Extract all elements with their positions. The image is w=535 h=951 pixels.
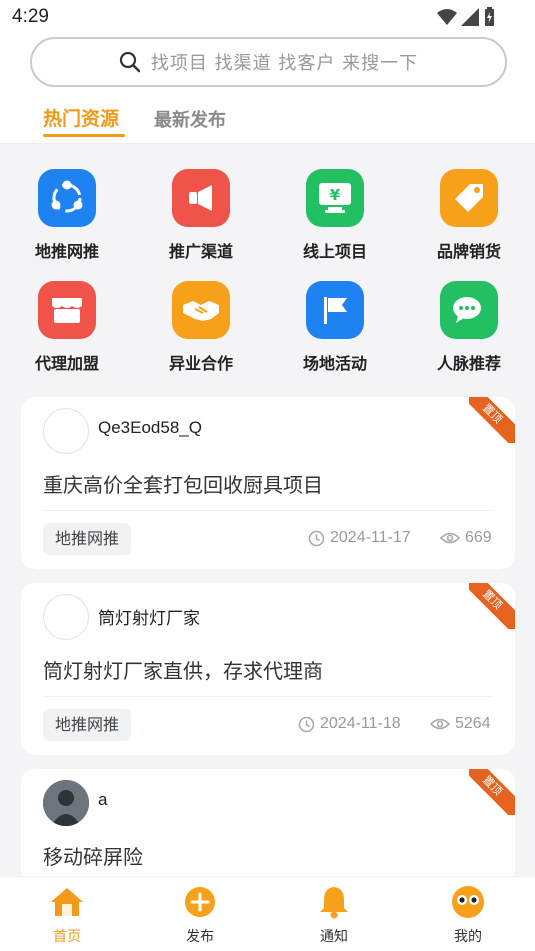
bell-icon [317,885,351,919]
category-label: 异业合作 [168,354,233,373]
category-item[interactable]: ¥ 线上项目 [285,169,385,262]
handshake-icon [172,281,230,339]
category-item[interactable]: 推广渠道 [151,169,251,262]
header: 找项目 找渠道 找客户 来搜一下 热门资源 最新发布 [0,34,535,144]
nav-home[interactable]: 首页 [27,885,107,946]
monitor-yen-icon: ¥ [306,169,364,227]
pinned-badge: 置顶 [469,769,515,815]
username: a [98,790,108,809]
status-bar: 4:29 [0,0,535,34]
category-label: 人脉推荐 [436,354,501,373]
pinned-badge: 置顶 [469,583,515,629]
price-tag-icon [440,169,498,227]
category-item[interactable]: 人脉推荐 [419,281,519,374]
post-card[interactable]: Qe3Eod58_Q 置顶 重庆高价全套打包回收厨具项目 地推网推 2024-1… [21,397,515,569]
category-item[interactable]: 品牌销货 [419,169,519,262]
tab-latest[interactable]: 最新发布 [154,106,226,132]
username: Qe3Eod58_Q [98,418,202,437]
chat-bubbles-icon [440,281,498,339]
nav-publish[interactable]: 发布 [160,885,240,946]
storefront-icon [38,281,96,339]
post-card[interactable]: a 置顶 移动碎屏险 [21,769,515,889]
eye-icon [430,718,450,730]
post-date: 2024-11-18 [298,715,401,733]
flag-icon [306,281,364,339]
eye-icon [440,532,460,544]
status-icons [437,7,495,27]
nav-profile[interactable]: 我的 [428,885,508,946]
category-label: 线上项目 [302,242,367,261]
post-views: 669 [440,529,492,547]
divider [43,696,493,697]
bottom-nav: 首页 发布 通知 我的 [0,876,535,951]
clock-icon [308,530,325,546]
username: 筒灯射灯厂家 [98,609,200,628]
nav-label: 首页 [53,929,81,945]
post-title: 重庆高价全套打包回收厨具项目 [43,473,323,497]
signal-icon [461,8,479,26]
wifi-icon [437,9,457,25]
post-tag[interactable]: 地推网推 [43,523,132,555]
tab-hot-resources[interactable]: 热门资源 [43,104,119,131]
category-label: 推广渠道 [168,242,233,261]
category-label: 品牌销货 [436,242,501,261]
post-card[interactable]: 筒灯射灯厂家 置顶 筒灯射灯厂家直供，存求代理商 地推网推 2024-11-18… [21,583,515,755]
megaphone-icon [172,169,230,227]
post-title: 移动碎屏险 [43,845,143,869]
category-item[interactable]: 异业合作 [151,281,251,374]
divider [43,510,493,511]
category-item[interactable]: 代理加盟 [17,281,117,374]
post-title: 筒灯射灯厂家直供，存求代理商 [43,659,323,683]
nav-notifications[interactable]: 通知 [294,885,374,946]
search-icon [119,51,141,73]
battery-icon [485,7,494,26]
pinned-badge: 置顶 [469,397,515,443]
post-views: 5264 [430,715,491,733]
category-item[interactable]: 地推网推 [17,169,117,262]
tab-underline [43,134,125,137]
search-input[interactable]: 找项目 找渠道 找客户 来搜一下 [30,37,507,87]
category-label: 地推网推 [34,242,99,261]
category-label: 场地活动 [302,354,367,373]
share-network-icon [38,169,96,227]
category-item[interactable]: 场地活动 [285,281,385,374]
home-icon [50,885,84,919]
status-time: 4:29 [12,6,49,27]
nav-label: 发布 [186,929,214,945]
svg-text:¥: ¥ [330,186,341,204]
plus-circle-icon [183,885,217,919]
post-tag[interactable]: 地推网推 [43,709,132,741]
category-label: 代理加盟 [34,354,99,373]
avatar[interactable] [43,780,89,826]
post-date: 2024-11-17 [308,529,411,547]
nav-label: 通知 [320,929,348,945]
search-placeholder: 找项目 找渠道 找客户 来搜一下 [150,53,419,74]
avatar[interactable] [43,594,89,640]
nav-label: 我的 [454,929,482,945]
avatar[interactable] [43,408,89,454]
profile-face-icon [451,885,485,919]
clock-icon [298,716,315,732]
